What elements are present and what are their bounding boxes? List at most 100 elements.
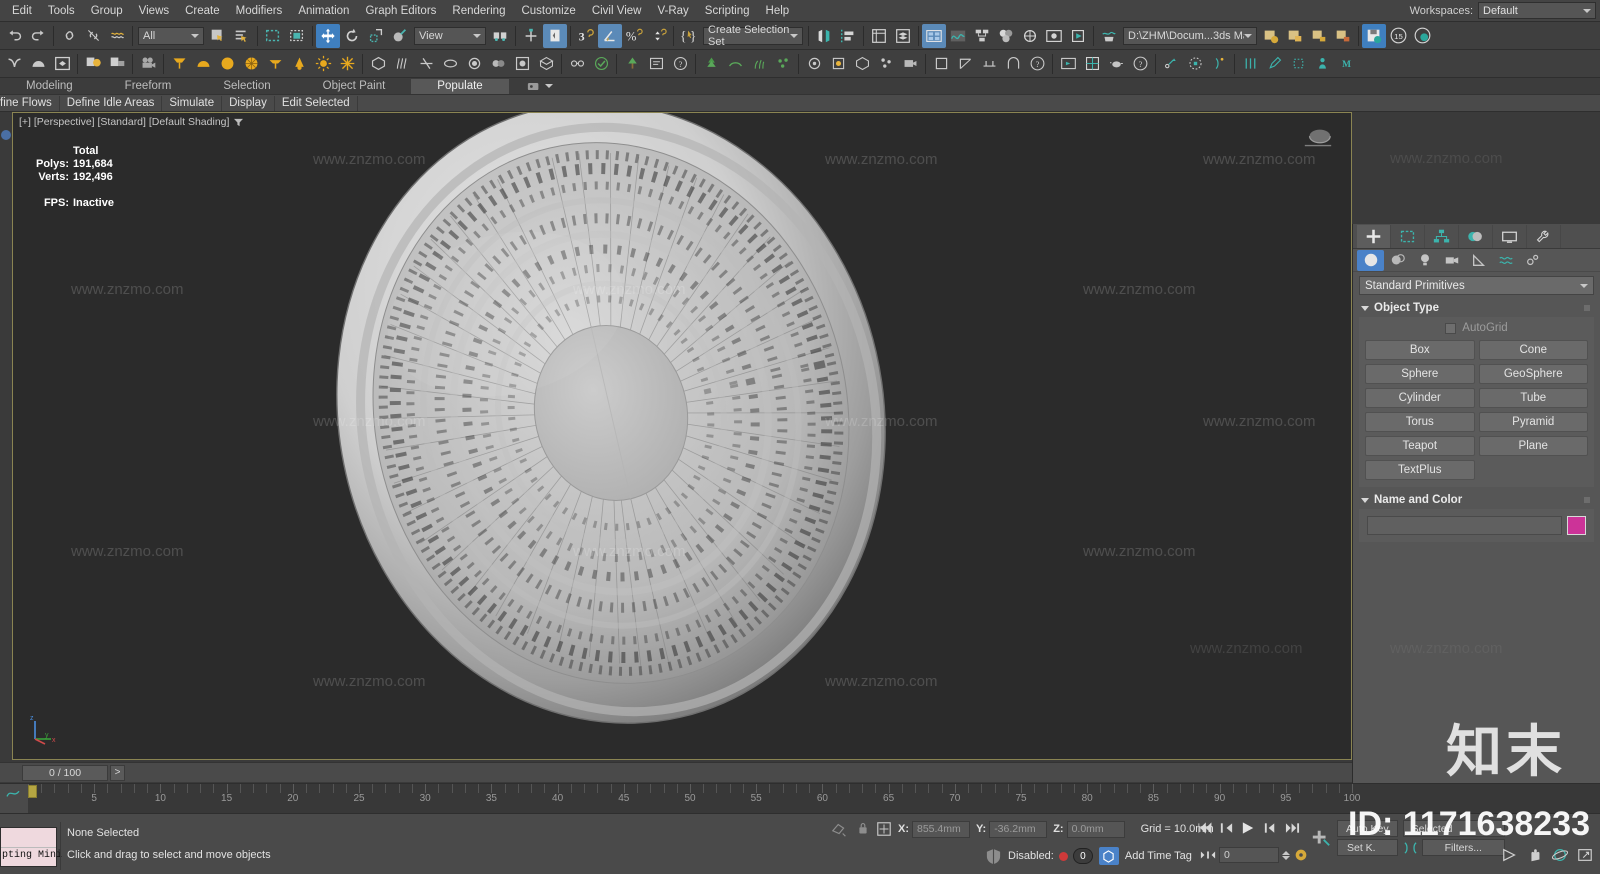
vray-distance-tex-icon[interactable]	[486, 52, 510, 76]
percent-snap-toggle-icon[interactable]: %	[622, 24, 646, 48]
previous-frame-button[interactable]	[1217, 820, 1235, 836]
person-icon[interactable]	[1310, 52, 1334, 76]
corona-light-icon[interactable]	[826, 52, 850, 76]
vray-camera-list-icon[interactable]	[105, 52, 129, 76]
record-dot-icon[interactable]	[1058, 851, 1068, 861]
bind-to-space-warp-icon[interactable]	[105, 24, 129, 48]
tab-display[interactable]	[1493, 224, 1527, 248]
select-by-name-icon[interactable]	[230, 24, 254, 48]
toggle-scene-explorer-icon[interactable]	[922, 23, 946, 48]
view-cube-icon[interactable]	[1299, 123, 1337, 155]
unlink-selection-icon[interactable]	[81, 24, 105, 48]
ribbon-btn-define-idle-areas[interactable]: Define Idle Areas	[60, 95, 163, 111]
layer-explorer-icon[interactable]	[867, 24, 891, 48]
object-type-rollout-header[interactable]: Object Type	[1353, 299, 1600, 317]
align-panel-icon[interactable]	[836, 24, 860, 48]
use-pivot-center-icon[interactable]	[488, 24, 512, 48]
grass-icon[interactable]	[747, 52, 771, 76]
menu-item-modifiers[interactable]: Modifiers	[228, 3, 291, 19]
viewport-preview-icon[interactable]	[1056, 52, 1080, 76]
rollout-pin-icon[interactable]	[1584, 497, 1590, 503]
select-and-rotate-icon[interactable]	[340, 24, 364, 48]
rollout-pin-icon[interactable]	[1584, 305, 1590, 311]
category-helpers-icon[interactable]	[1465, 250, 1492, 271]
autogrid-checkbox[interactable]	[1445, 322, 1457, 334]
ribbon-options[interactable]	[527, 81, 553, 92]
vray-light-lister-icon[interactable]	[81, 52, 105, 76]
menu-item-help[interactable]: Help	[758, 3, 798, 19]
arch-icon[interactable]	[1001, 52, 1025, 76]
create-box-button[interactable]: Box	[1365, 340, 1475, 360]
maxscript-mini-listener[interactable]: pting Mini	[0, 827, 62, 867]
vray-frame-buffer-icon[interactable]	[50, 52, 74, 76]
spinner-snap-toggle-icon[interactable]	[646, 24, 670, 48]
ribbon-tab-object-paint[interactable]: Object Paint	[297, 79, 412, 94]
vray-decal-icon[interactable]	[438, 52, 462, 76]
vray-sun-light-icon[interactable]	[287, 52, 311, 76]
vray-render-icon[interactable]	[2, 52, 26, 76]
spacing-tool-icon[interactable]	[1207, 52, 1231, 76]
coord-y-input[interactable]: -36.2mm	[989, 820, 1048, 838]
ribbon-btn-define-flows[interactable]: fine Flows	[0, 95, 60, 111]
name-and-color-rollout-header[interactable]: Name and Color	[1353, 491, 1600, 509]
manage-links-icon[interactable]	[565, 52, 589, 76]
current-frame-display[interactable]: 0 / 100	[22, 764, 108, 781]
menu-item-animation[interactable]: Animation	[290, 3, 357, 19]
redo-icon[interactable]	[26, 24, 50, 48]
vray-volume-grid-icon[interactable]	[534, 52, 558, 76]
select-and-place-icon[interactable]	[388, 24, 412, 48]
help-tool-icon[interactable]: ?	[668, 52, 692, 76]
shield-icon[interactable]	[985, 848, 1002, 865]
selection-filter-dropdown[interactable]: All	[138, 26, 204, 45]
tab-create[interactable]	[1357, 224, 1391, 248]
project-folder-icon[interactable]	[1097, 24, 1121, 48]
align-icon[interactable]	[519, 24, 543, 48]
menu-item-rendering[interactable]: Rendering	[444, 3, 513, 19]
text-tool-icon[interactable]	[644, 52, 668, 76]
pen-tool-icon[interactable]	[1262, 52, 1286, 76]
save-settings-icon[interactable]	[1259, 24, 1283, 48]
menu-item-create[interactable]: Create	[177, 3, 228, 19]
ribbon-btn-simulate[interactable]: Simulate	[162, 95, 223, 111]
spinner-arrows[interactable]	[1282, 850, 1290, 860]
add-key-icon[interactable]	[1310, 828, 1332, 848]
bridge-icon[interactable]	[977, 52, 1001, 76]
category-shapes-icon[interactable]	[1384, 250, 1411, 271]
coordinate-system-dropdown[interactable]: View	[414, 26, 486, 45]
angle-snap-toggle-icon[interactable]	[598, 23, 622, 48]
time-slider-handle[interactable]	[28, 785, 37, 798]
category-systems-icon[interactable]	[1519, 250, 1546, 271]
material-editor-icon[interactable]	[994, 24, 1018, 48]
object-name-input[interactable]	[1367, 516, 1562, 535]
category-space-warps-icon[interactable]	[1492, 250, 1519, 271]
ribbon-tab-populate[interactable]: Populate	[411, 78, 509, 94]
ribbon-tab-selection[interactable]: Selection	[197, 79, 296, 94]
create-teapot-button[interactable]: Teapot	[1365, 436, 1475, 456]
unwrap-icon[interactable]	[953, 52, 977, 76]
vray-clipper-icon[interactable]	[414, 52, 438, 76]
vray-proxy-icon[interactable]	[366, 52, 390, 76]
pan-hand-icon[interactable]	[1526, 847, 1544, 863]
import-project-icon[interactable]	[1331, 24, 1355, 48]
vray-dome-light-icon[interactable]	[191, 52, 215, 76]
export-project-icon[interactable]	[1307, 24, 1331, 48]
corona-proxy-icon[interactable]	[850, 52, 874, 76]
viewport-label[interactable]: [+] [Perspective] [Standard] [Default Sh…	[19, 116, 244, 128]
create-tube-button[interactable]: Tube	[1478, 388, 1588, 408]
track-bar-filter[interactable]	[0, 784, 28, 814]
zoom-icon[interactable]	[1501, 847, 1519, 863]
menu-item-views[interactable]: Views	[131, 3, 177, 19]
key-mode-icon[interactable]	[1200, 849, 1216, 861]
autobackup-icon[interactable]	[1410, 24, 1434, 48]
render-setup-icon[interactable]	[1018, 24, 1042, 48]
tab-motion[interactable]	[1459, 224, 1493, 248]
forest-pack-icon[interactable]	[699, 52, 723, 76]
menu-item-scripting[interactable]: Scripting	[697, 3, 758, 19]
next-frame-button[interactable]: >	[110, 764, 125, 781]
vray-scene-icon[interactable]	[510, 52, 534, 76]
tab-hierarchy[interactable]	[1425, 224, 1459, 248]
question-mark-icon[interactable]: ?	[1025, 52, 1049, 76]
scene-explorer-icon[interactable]	[891, 24, 915, 48]
vray-arc-icon[interactable]	[26, 52, 50, 76]
time-configuration-icon[interactable]	[1293, 847, 1309, 863]
